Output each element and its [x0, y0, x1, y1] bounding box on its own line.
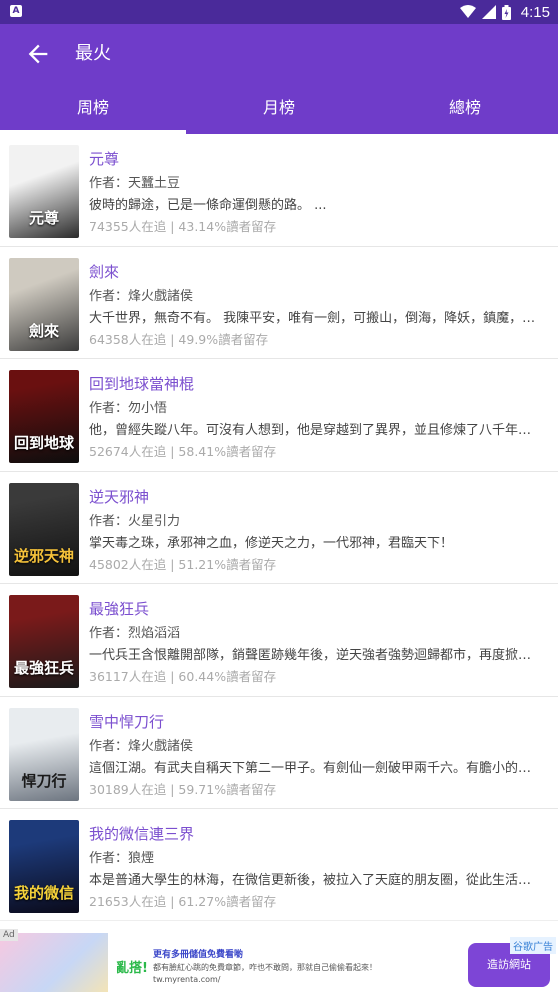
clock: 4:15: [520, 3, 550, 21]
ad-label: 谷歌广告: [510, 937, 556, 954]
status-icons: 4:15: [459, 0, 550, 24]
book-row[interactable]: 回到地球 回到地球當神棍 作者：勿小悟 他，曾經失蹤八年。可沒有人想到，他是穿越…: [0, 359, 558, 472]
book-stats: 52674人在追 | 58.41%讀者留存: [89, 444, 277, 459]
book-author: 作者：烈焰滔滔: [89, 626, 181, 641]
book-stats: 45802人在追 | 51.21%讀者留存: [89, 556, 277, 572]
book-title[interactable]: 雪中悍刀行: [89, 711, 164, 732]
book-stats: 36117人在追 | 60.44%讀者留存: [89, 669, 277, 684]
book-row[interactable]: 我的微信 我的微信連三界 作者：狼煙 本是普通大學生的林海，在微信更新後，被拉入…: [0, 809, 558, 922]
tab-weekly[interactable]: 周榜: [0, 84, 186, 134]
cover-title-text: 最強狂兵: [13, 659, 74, 677]
book-stats: 74355人在追 | 43.14%讀者留存: [89, 219, 277, 234]
app-bar: 最火: [0, 24, 558, 84]
book-title[interactable]: 逆天邪神: [89, 486, 149, 507]
book-author: 作者：狼煙: [89, 851, 155, 866]
book-description: 彼時的歸途，已是一條命運倒懸的路。 ...: [89, 198, 327, 213]
cover-title-text: 劍來: [28, 321, 59, 340]
book-author: 作者：烽火戲諸侯: [89, 288, 194, 304]
book-stats: 64358人在追 | 49.9%讀者留存: [89, 331, 269, 347]
tab-monthly[interactable]: 月榜: [186, 84, 372, 134]
back-arrow-icon[interactable]: [24, 40, 52, 68]
ad-headline[interactable]: 更有多冊儲值免費看喲: [153, 947, 243, 960]
tab-bar: 周榜 月榜 總榜: [0, 84, 558, 134]
status-bar: A 4:15: [0, 0, 558, 24]
book-description: 他，曾經失蹤八年。可沒有人想到，他是穿越到了異界，並且修煉了八千年！ ...: [89, 423, 539, 438]
cover-title-text: 我的微信: [13, 884, 74, 902]
book-description: 這個江湖。有武夫自稱天下第二一甲子。有劍仙一劍破甲兩千六。有膽小的人 ...: [89, 760, 539, 776]
book-cover: 逆邪天神: [9, 482, 79, 576]
book-cover: 劍來: [9, 257, 79, 351]
signal-icon: [481, 5, 496, 19]
book-row[interactable]: 元尊 元尊 作者：天蠶土豆 彼時的歸途，已是一條命運倒懸的路。 ... 7435…: [0, 134, 558, 247]
book-title[interactable]: 劍來: [89, 261, 119, 282]
cover-title-text: 悍刀行: [21, 771, 67, 790]
battery-icon: [501, 4, 511, 20]
ad-url[interactable]: tw.myrenta.com/: [153, 975, 220, 984]
cover-title-text: 回到地球: [13, 434, 74, 452]
book-stats: 30189人在追 | 59.71%讀者留存: [89, 781, 277, 797]
book-author: 作者：烽火戲諸侯: [89, 738, 194, 754]
ad-body-text: 都有臉紅心跳的免費章節，咋也不敢問，那就自己偷偷看起來！: [153, 963, 377, 972]
book-cover: 悍刀行: [9, 707, 79, 801]
book-cover: 元尊: [9, 145, 79, 238]
wifi-icon: [459, 5, 476, 18]
book-cover: 我的微信: [9, 820, 79, 913]
book-title[interactable]: 元尊: [89, 148, 119, 169]
notification-icon: A: [10, 5, 22, 17]
book-stats: 21653人在追 | 61.27%讀者留存: [89, 894, 277, 909]
tab-all-time[interactable]: 總榜: [372, 84, 558, 134]
book-row[interactable]: 劍來 劍來 作者：烽火戲諸侯 大千世界，無奇不有。 我陳平安，唯有一劍，可搬山，…: [0, 247, 558, 359]
book-author: 作者：火星引力: [89, 513, 181, 529]
cover-title-text: 逆邪天神: [13, 546, 74, 565]
ad-image[interactable]: [0, 933, 108, 992]
book-row[interactable]: 悍刀行 雪中悍刀行 作者：烽火戲諸侯 這個江湖。有武夫自稱天下第二一甲子。有劍仙…: [0, 697, 558, 809]
book-title[interactable]: 最強狂兵: [89, 598, 149, 619]
book-description: 掌天毒之珠，承邪神之血，修逆天之力，一代邪神，君臨天下！: [89, 535, 454, 551]
ad-badge: Ad: [0, 929, 18, 941]
book-cover: 最強狂兵: [9, 595, 79, 688]
book-list: 元尊 元尊 作者：天蠶土豆 彼時的歸途，已是一條命運倒懸的路。 ... 7435…: [0, 134, 558, 922]
book-author: 作者：天蠶土豆: [89, 176, 181, 191]
book-row[interactable]: 逆邪天神 逆天邪神 作者：火星引力 掌天毒之珠，承邪神之血，修逆天之力，一代邪神…: [0, 472, 558, 584]
book-description: 本是普通大學生的林海，在微信更新後，被拉入了天庭的朋友圈，從此生活變得多姿多彩。: [89, 873, 539, 888]
book-description: 一代兵王含恨離開部隊，銷聲匿跡幾年後，逆天強者強勢迴歸都市，再度掀起風雲！: [89, 648, 539, 663]
book-row[interactable]: 最強狂兵 最強狂兵 作者：烈焰滔滔 一代兵王含恨離開部隊，銷聲匿跡幾年後，逆天強…: [0, 584, 558, 697]
book-title[interactable]: 我的微信連三界: [89, 823, 194, 844]
book-description: 大千世界，無奇不有。 我陳平安，唯有一劍，可搬山，倒海，降妖，鎮魔，敕神，摘星，…: [89, 310, 539, 326]
page-title: 最火: [75, 43, 111, 64]
book-author: 作者：勿小悟: [89, 401, 168, 416]
ad-brand: 亂搭!: [116, 961, 148, 976]
ad-banner[interactable]: Ad 亂搭! 更有多冊儲值免費看喲 都有臉紅心跳的免費章節，咋也不敢問，那就自己…: [0, 920, 558, 992]
book-cover: 回到地球: [9, 370, 79, 463]
book-title[interactable]: 回到地球當神棍: [89, 373, 194, 394]
cover-title-text: 元尊: [28, 209, 59, 227]
